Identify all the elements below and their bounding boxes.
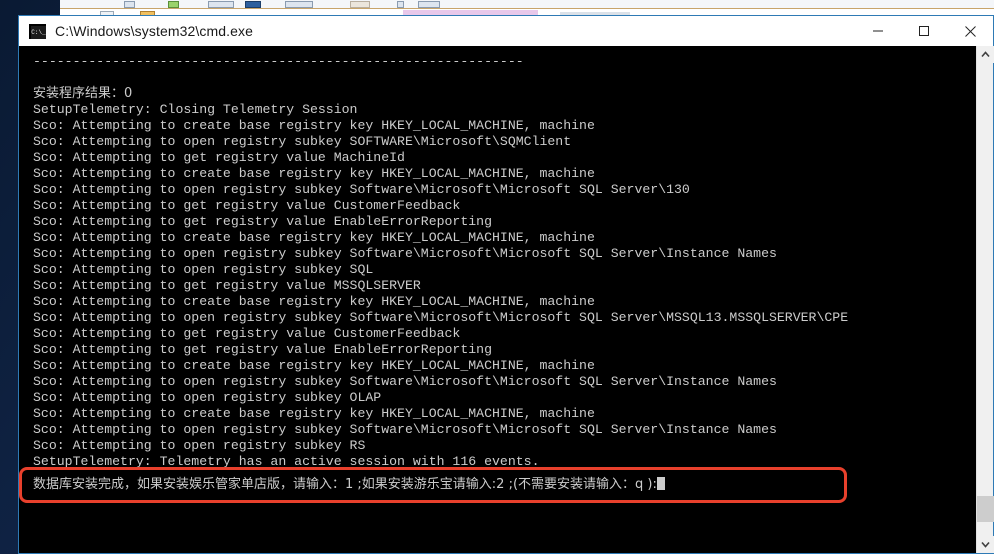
console-vertical-scrollbar[interactable]: [976, 46, 994, 553]
console-line: Sco: Attempting to open registry subkey …: [33, 390, 382, 405]
console-line: Sco: Attempting to create base registry …: [33, 230, 595, 245]
close-button[interactable]: [947, 16, 993, 46]
bg-toolbar-icon: [350, 1, 370, 8]
console-line: Sco: Attempting to open registry subkey …: [33, 438, 366, 453]
bg-toolbar-icon: [124, 1, 135, 8]
console-body[interactable]: ----------------------------------------…: [19, 46, 994, 553]
console-line: Sco: Attempting to get registry value Ma…: [33, 150, 405, 165]
minimize-button[interactable]: [855, 16, 901, 46]
console-line: Sco: Attempting to get registry value MS…: [33, 278, 421, 293]
console-line: Sco: Attempting to open registry subkey …: [33, 422, 777, 437]
console-line: Sco: Attempting to create base registry …: [33, 166, 595, 181]
scrollbar-up-button[interactable]: [977, 46, 994, 63]
bg-toolbar-icon: [285, 1, 313, 8]
console-line: Sco: Attempting to create base registry …: [33, 358, 595, 373]
console-line: Sco: Attempting to open registry subkey …: [33, 310, 849, 325]
console-line: Sco: Attempting to create base registry …: [33, 294, 595, 309]
window-controls: [855, 16, 993, 46]
console-line: Sco: Attempting to open registry subkey …: [33, 374, 777, 389]
background-app-ribbon: [60, 0, 994, 9]
text-cursor: [656, 477, 665, 490]
console-line: Sco: Attempting to open registry subkey …: [33, 182, 690, 197]
console-output-area[interactable]: ----------------------------------------…: [19, 46, 976, 553]
console-line: 安装程序结果：0: [33, 86, 133, 101]
scrollbar-down-button[interactable]: [977, 536, 994, 553]
window-titlebar[interactable]: C:\Windows\system32\cmd.exe: [19, 16, 993, 46]
maximize-button[interactable]: [901, 16, 947, 46]
console-line: Sco: Attempting to open registry subkey …: [33, 262, 374, 277]
cmd-console-icon: [29, 23, 46, 39]
bg-toolbar-icon: [245, 1, 261, 8]
console-line: SetupTelemetry: Telemetry has an active …: [33, 454, 540, 469]
desktop-background: C:\Windows\system32\cmd.exe ------------…: [0, 0, 994, 554]
command-prompt-window[interactable]: C:\Windows\system32\cmd.exe ------------…: [18, 15, 994, 554]
console-line: Sco: Attempting to create base registry …: [33, 118, 595, 133]
console-line: Sco: Attempting to get registry value En…: [33, 342, 492, 357]
console-line: SetupTelemetry: Closing Telemetry Sessio…: [33, 102, 358, 117]
bg-toolbar-icon: [168, 1, 179, 8]
scrollbar-thumb[interactable]: [977, 496, 994, 522]
console-line: Sco: Attempting to get registry value Cu…: [33, 198, 461, 213]
console-line: ----------------------------------------…: [33, 54, 524, 69]
console-line: Sco: Attempting to open registry subkey …: [33, 134, 572, 149]
bg-toolbar-icon: [418, 1, 440, 8]
input-prompt-row[interactable]: 数据库安装完成，如果安装娱乐管家单店版，请输入：1 ;如果安装游乐宝请输入:2 …: [19, 467, 976, 503]
console-line: Sco: Attempting to get registry value En…: [33, 214, 492, 229]
console-line: Sco: Attempting to get registry value Cu…: [33, 326, 461, 341]
console-line: Sco: Attempting to open registry subkey …: [33, 246, 777, 261]
window-title: C:\Windows\system32\cmd.exe: [55, 23, 253, 39]
bg-toolbar-icon: [208, 1, 234, 8]
input-prompt-text: 数据库安装完成，如果安装娱乐管家单店版，请输入：1 ;如果安装游乐宝请输入:2 …: [19, 476, 976, 494]
bg-toolbar-icon: [397, 1, 404, 8]
console-line: Sco: Attempting to create base registry …: [33, 406, 595, 421]
scrollbar-track[interactable]: [977, 63, 994, 536]
